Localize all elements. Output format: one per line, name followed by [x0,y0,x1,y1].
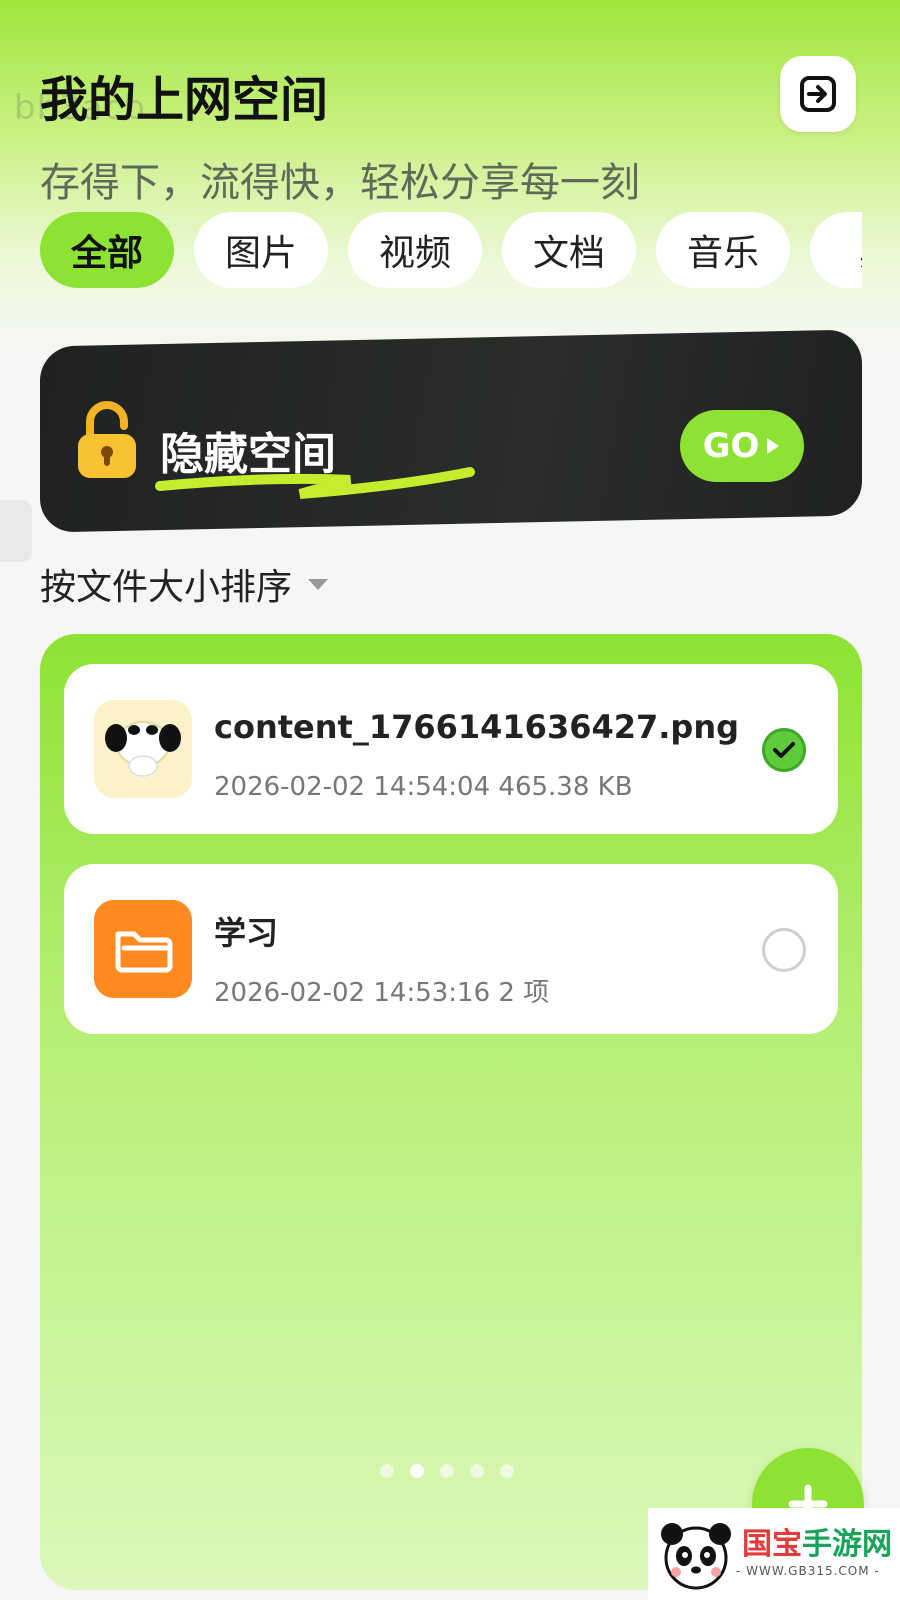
go-button-label: GO [702,426,760,466]
page-indicator [380,1464,514,1478]
folder-name: 学习 [214,914,279,952]
category-tabs: 全部 图片 视频 文档 音乐 其 [40,212,862,292]
tab-images[interactable]: 图片 [194,212,328,288]
folder-meta: 2026-02-02 14:53:16 2 项 [214,972,549,1009]
file-size: 465.38 KB [498,772,633,802]
tab-other[interactable]: 其 [810,212,862,288]
tab-music[interactable]: 音乐 [656,212,790,288]
hidden-space-label: 隐藏空间 [160,429,336,480]
exit-button[interactable] [780,56,856,132]
exit-icon [800,76,836,112]
watermark-url: - WWW.GB315.COM - [736,1564,880,1578]
tab-documents[interactable]: 文档 [502,212,636,288]
sort-selector[interactable]: 按文件大小排序 [40,558,330,610]
page-dot [500,1464,514,1478]
file-date: 2026-02-02 14:54:04 [214,772,491,802]
image-thumbnail [94,700,192,798]
site-watermark: 国宝手游网 - WWW.GB315.COM - [648,1508,900,1600]
folder-row[interactable]: 学习 2026-02-02 14:53:16 2 项 [64,864,838,1034]
page-dot [440,1464,454,1478]
go-button[interactable]: GO [680,410,804,482]
page-dot-active [410,1464,424,1478]
folder-date: 2026-02-02 14:53:16 [214,978,491,1008]
page-subtitle: 存得下，流得快，轻松分享每一刻 [40,160,640,206]
file-row[interactable]: content_1766141636427.png 2026-02-02 14:… [64,664,838,834]
watermark-brand: 国宝手游网 [742,1530,892,1560]
watermark-brand-part2: 手游网 [802,1527,892,1562]
sort-label: 按文件大小排序 [40,567,293,608]
tab-videos[interactable]: 视频 [348,212,482,288]
select-checkbox-checked[interactable] [762,728,806,772]
folder-icon [94,900,192,998]
file-list-panel: content_1766141636427.png 2026-02-02 14:… [40,634,862,1590]
hidden-space-banner[interactable]: 隐藏空间 GO [40,329,862,533]
folder-thumbnail [94,900,192,998]
file-meta: 2026-02-02 14:54:04 465.38 KB [214,772,633,802]
watermark-brand-part1: 国宝 [742,1527,802,1562]
lock-icon [78,401,136,478]
play-arrow-icon [767,438,780,454]
page-dot [380,1464,394,1478]
tab-all[interactable]: 全部 [40,212,174,288]
checkmark-icon [773,742,795,758]
panda-logo-icon [661,1523,731,1590]
file-name: content_1766141636427.png [214,708,740,746]
folder-count: 2 项 [498,978,550,1008]
page-title: 我的上网空间 [40,72,329,128]
side-edge-handle[interactable] [0,500,32,562]
page-dot [470,1464,484,1478]
select-checkbox-unchecked[interactable] [762,928,806,972]
caret-down-icon [308,579,329,590]
